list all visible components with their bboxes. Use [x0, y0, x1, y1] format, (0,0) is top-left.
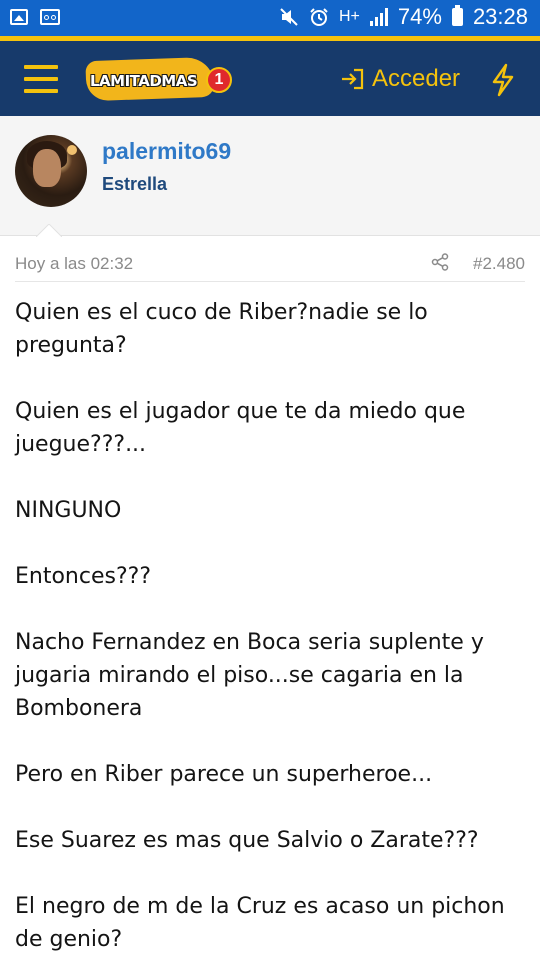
app-header: LAMITADMAS 1 Acceder [0, 36, 540, 116]
post-number[interactable]: #2.480 [473, 254, 525, 274]
username-link[interactable]: palermito69 [102, 138, 231, 165]
status-bar: H+ 74% 23:28 [0, 0, 540, 36]
post-time[interactable]: Hoy a las 02:32 [15, 254, 133, 274]
battery-icon [451, 5, 463, 26]
signal-icon [369, 8, 388, 26]
lightning-icon[interactable] [488, 63, 518, 97]
post-paragraph: Quien es el jugador que te da miedo que … [15, 399, 466, 457]
speech-pointer [36, 224, 62, 237]
clock: 23:28 [472, 4, 528, 29]
post-body: Quien es el cuco de Riber?nadie se lo pr… [15, 296, 525, 960]
post-paragraph: Nacho Fernandez en Boca seria suplente y… [15, 630, 484, 721]
post-paragraph: Quien es el cuco de Riber?nadie se lo pr… [15, 300, 428, 358]
logo-text: LAMITADMAS [90, 72, 198, 90]
share-icon[interactable] [431, 253, 449, 271]
post-meta: Hoy a las 02:32 #2.480 [15, 252, 525, 282]
post-paragraph: El negro de m de la Cruz es acaso un pic… [15, 894, 505, 952]
post-paragraph: Ese Suarez es mas que Salvio o Zarate??? [15, 828, 479, 853]
post-paragraph: Entonces??? [15, 564, 151, 589]
voicemail-icon [40, 9, 60, 25]
alarm-icon [310, 8, 328, 26]
sign-in-icon [342, 68, 364, 90]
post-paragraph: Pero en Riber parece un superheroe... [15, 762, 433, 787]
network-type: H+ [338, 8, 360, 25]
mute-icon [280, 8, 298, 26]
post-paragraph: NINGUNO [15, 498, 122, 523]
logo-number: 1 [206, 67, 232, 93]
image-icon [10, 9, 28, 25]
login-label: Acceder [372, 65, 461, 92]
site-logo[interactable]: LAMITADMAS 1 [85, 56, 232, 103]
login-button[interactable]: Acceder [340, 65, 460, 93]
post-author-block: palermito69 Estrella [0, 116, 540, 236]
battery-percent: 74% [397, 4, 442, 29]
user-title: Estrella [102, 174, 168, 194]
hamburger-icon[interactable] [24, 65, 58, 93]
avatar[interactable] [15, 135, 87, 207]
